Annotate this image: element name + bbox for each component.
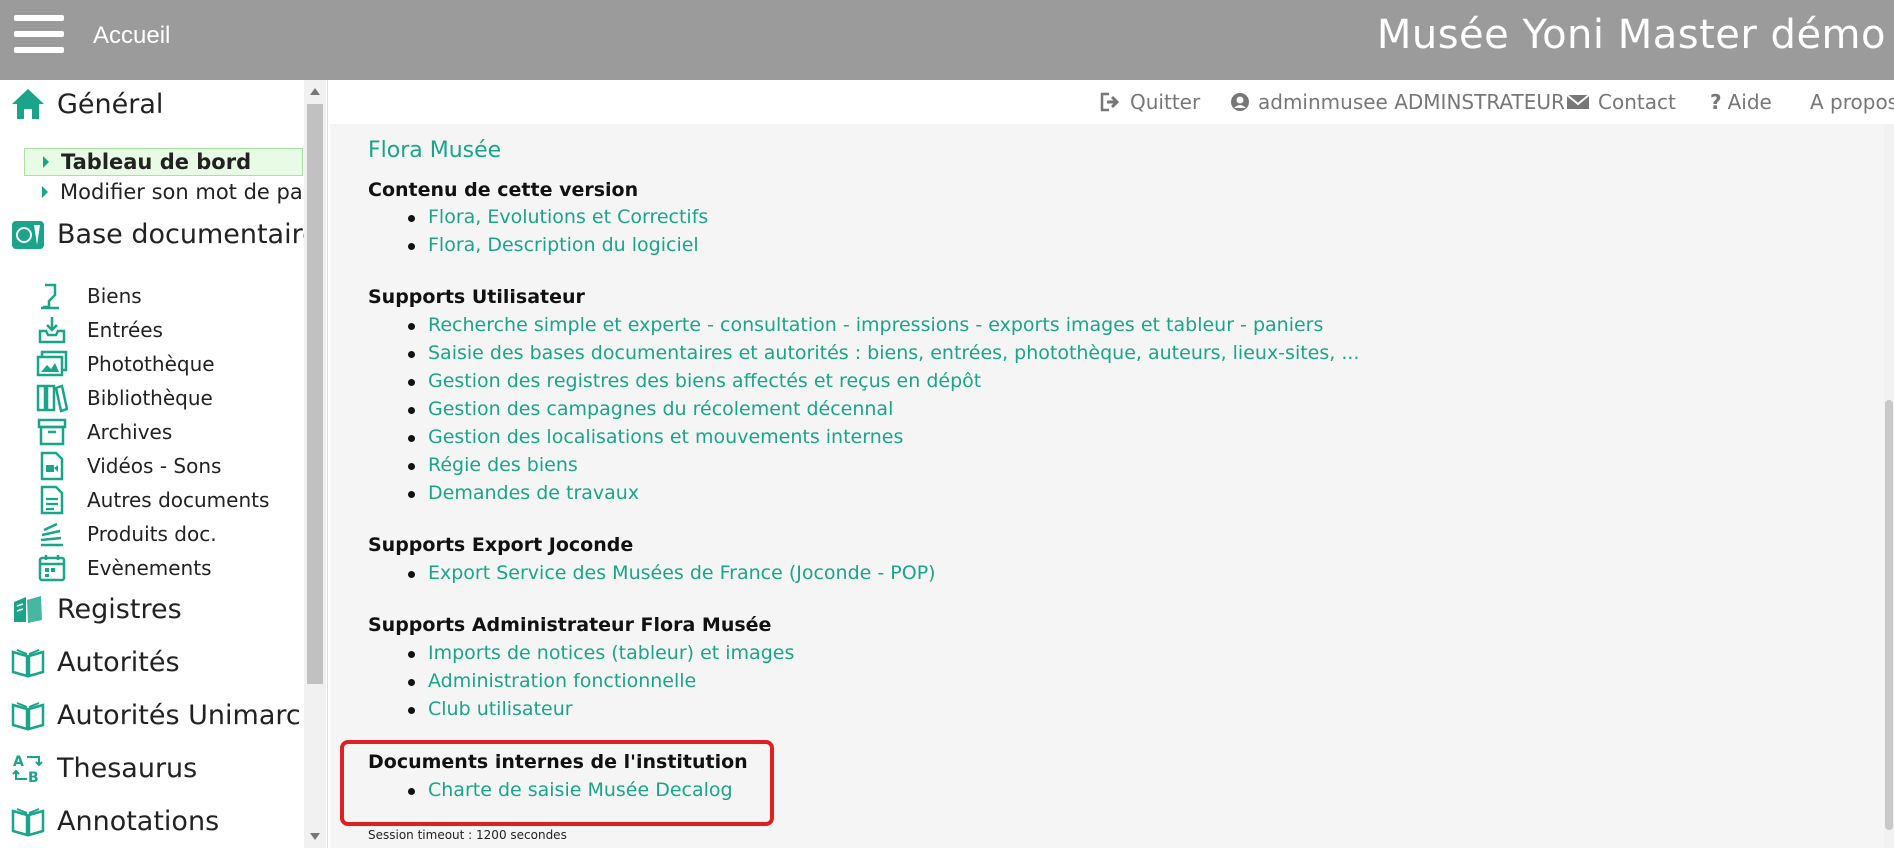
doc-link[interactable]: Demandes de travaux (407, 482, 639, 504)
images-icon (34, 347, 70, 381)
sidebar-item-videos-sons[interactable]: Vidéos - Sons (34, 449, 221, 483)
doc-link[interactable]: Administration fonctionnelle (407, 670, 696, 692)
sidebar-section-registres[interactable]: Registres (0, 589, 182, 629)
brand-title: Flora Musée (368, 138, 502, 163)
doc-link[interactable]: Gestion des registres des biens affectés… (407, 370, 981, 392)
doc-link[interactable]: Recherche simple et experte - consultati… (407, 314, 1323, 336)
section-title: Supports Export Joconde (368, 534, 634, 556)
sidebar-section-thesaurus[interactable]: AB Thesaurus (0, 748, 197, 788)
stack-icon (34, 517, 70, 551)
scroll-down-arrow-icon[interactable] (310, 833, 320, 840)
content-scroll-thumb[interactable] (1885, 400, 1893, 830)
home-icon (10, 86, 46, 122)
sidebar-item-entrees[interactable]: Entrées (34, 313, 163, 347)
session-timeout: Session timeout : 1200 secondes (368, 828, 567, 842)
doc-link[interactable]: Gestion des campagnes du récolement déce… (407, 398, 893, 420)
top-bar: Accueil Musée Yoni Master démo (0, 0, 1894, 80)
section-title: Supports Administrateur Flora Musée (368, 614, 772, 636)
sidebar-item-produits-doc[interactable]: Produits doc. (34, 517, 217, 551)
sidebar: Général Tableau de bord Modifier son mot… (0, 80, 328, 848)
sidebar-section-annotations[interactable]: Annotations (0, 801, 219, 841)
section-title: Contenu de cette version (368, 179, 639, 201)
database-icon (10, 216, 46, 252)
contact-link[interactable]: Contact (1566, 90, 1676, 114)
calendar-icon (34, 551, 70, 585)
sidebar-item-modifier-mot-de-passe[interactable]: Modifier son mot de pas... (24, 178, 327, 206)
doc-link[interactable]: Export Service des Musées de France (Joc… (408, 562, 936, 584)
thesaurus-icon: AB (10, 750, 46, 786)
quit-link[interactable]: Quitter (1100, 90, 1200, 114)
doc-link[interactable]: Régie des biens (408, 454, 578, 476)
section-title: Supports Utilisateur (368, 286, 585, 308)
sidebar-item-tableau-de-bord[interactable]: Tableau de bord (24, 148, 303, 176)
books-icon (34, 381, 70, 415)
utility-bar: Quitter adminmusee ADMINSTRATEUR Contact… (330, 80, 1894, 124)
user-account-link[interactable]: adminmusee ADMINSTRATEUR (1230, 90, 1565, 114)
sidebar-section-base-documentaire[interactable]: Base documentaire (0, 214, 319, 254)
doc-link[interactable]: Flora, Evolutions et Correctifs (407, 206, 708, 228)
sidebar-item-biens[interactable]: Biens (34, 279, 142, 313)
doc-link[interactable]: Imports de notices (tableur) et images (407, 642, 794, 664)
sign-out-icon (1100, 92, 1120, 112)
content-scrollbar[interactable] (1884, 124, 1894, 848)
sidebar-section-general[interactable]: Général (0, 84, 163, 124)
sidebar-item-autres-documents[interactable]: Autres documents (34, 483, 269, 517)
about-link[interactable]: A propos (1810, 90, 1894, 114)
registers-icon (10, 591, 46, 627)
doc-link[interactable]: Saisie des bases documentaires et autori… (407, 342, 1359, 364)
sidebar-item-phototheque[interactable]: Photothèque (34, 347, 215, 381)
sidebar-section-autorites-unimarc[interactable]: Autorités Unimarc (0, 695, 301, 735)
doc-link[interactable]: Club utilisateur (408, 698, 573, 720)
home-link[interactable]: Accueil (93, 22, 170, 50)
sidebar-item-evenements[interactable]: Evènements (34, 551, 211, 585)
video-file-icon (34, 449, 70, 483)
open-book-icon (10, 644, 46, 680)
doc-link[interactable]: Gestion des localisations et mouvements … (407, 426, 903, 448)
document-icon (34, 483, 70, 517)
caret-right-icon (42, 186, 48, 198)
sidebar-item-bibliotheque[interactable]: Bibliothèque (34, 381, 213, 415)
scroll-up-arrow-icon[interactable] (310, 88, 320, 95)
svg-text:B: B (28, 770, 39, 785)
sidebar-scrollbar[interactable] (304, 80, 326, 848)
sidebar-section-autorites[interactable]: Autorités (0, 642, 180, 682)
open-book-icon (10, 803, 46, 839)
sidebar-scroll-thumb[interactable] (307, 104, 323, 684)
help-link[interactable]: ? Aide (1710, 90, 1772, 114)
doc-link[interactable]: Flora, Description du logiciel (408, 234, 699, 256)
highlight-box (340, 740, 774, 826)
open-book-icon (10, 697, 46, 733)
hamburger-menu-icon[interactable] (14, 15, 64, 55)
svg-text:A: A (13, 754, 24, 770)
sidebar-item-archives[interactable]: Archives (34, 415, 172, 449)
question-mark-icon: ? (1710, 90, 1722, 114)
object-icon (34, 279, 70, 313)
inbox-icon (34, 313, 70, 347)
app-title: Musée Yoni Master démo (1376, 12, 1886, 58)
envelope-icon (1566, 94, 1590, 109)
caret-right-icon (43, 156, 49, 168)
user-circle-icon (1231, 93, 1249, 111)
archive-box-icon (34, 415, 70, 449)
